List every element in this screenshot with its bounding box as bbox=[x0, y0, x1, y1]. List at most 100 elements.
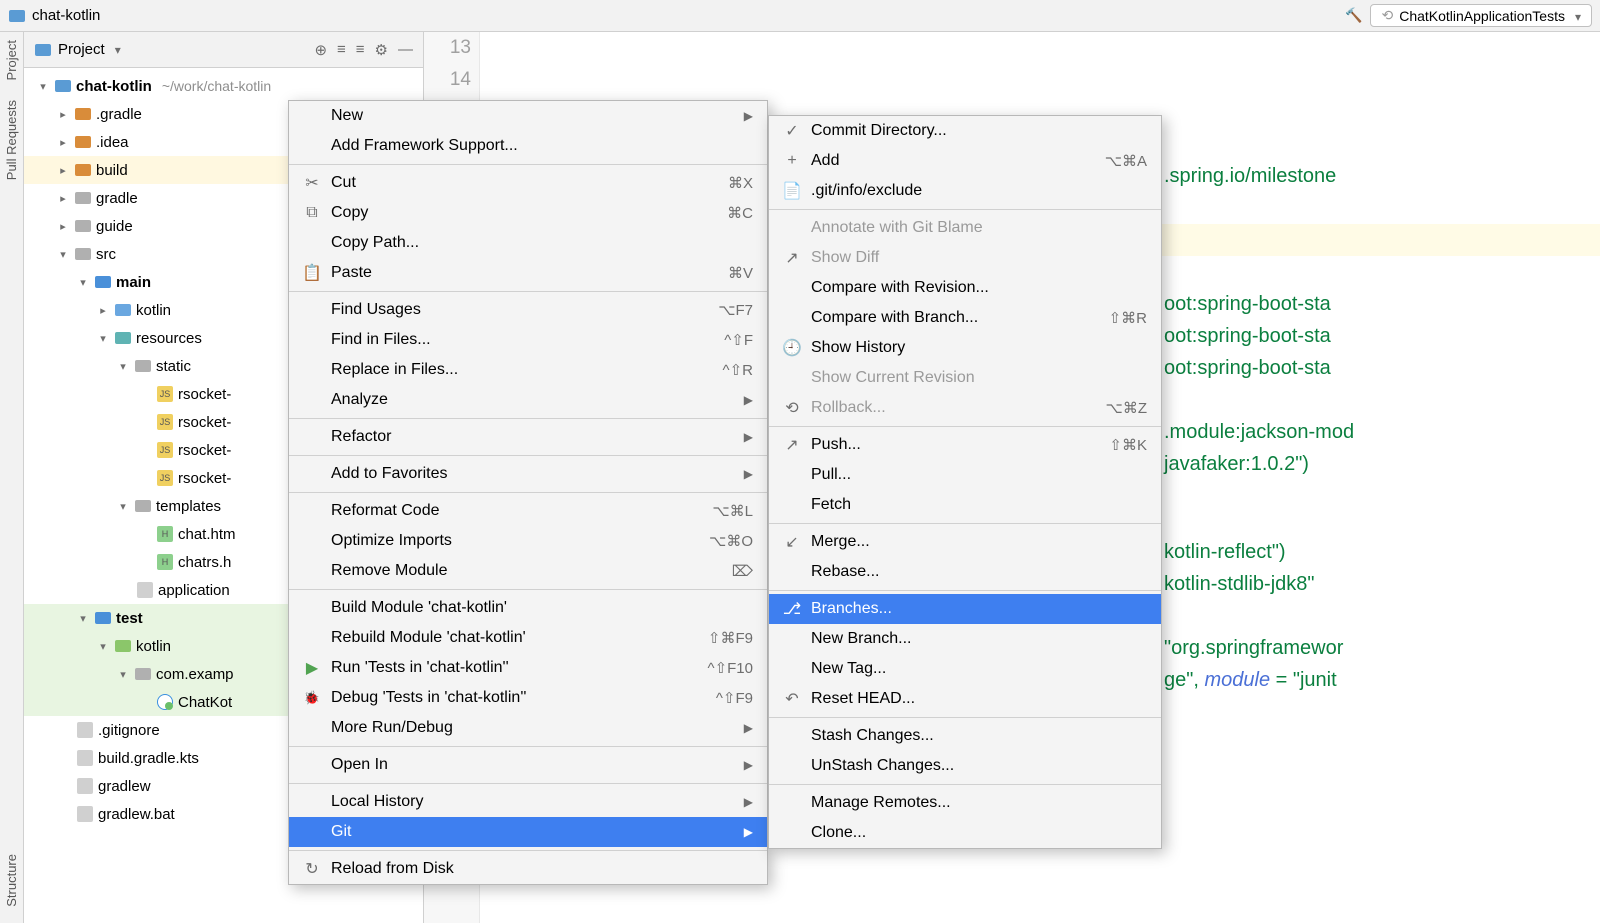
run-config-selector[interactable]: ⟲ ChatKotlinApplicationTests bbox=[1370, 4, 1592, 27]
menu-item[interactable]: Local History▶ bbox=[289, 787, 767, 817]
menu-item[interactable]: Open In▶ bbox=[289, 750, 767, 780]
menu-item[interactable]: Rebase... bbox=[769, 557, 1161, 587]
paste-icon: 📋 bbox=[303, 263, 321, 283]
menu-item: Annotate with Git Blame bbox=[769, 213, 1161, 243]
menu-item[interactable]: Add to Favorites▶ bbox=[289, 459, 767, 489]
menu-item[interactable]: Optimize Imports⌥⌘O bbox=[289, 526, 767, 556]
tree-label: chat-kotlin bbox=[76, 78, 152, 95]
folder-icon bbox=[75, 108, 91, 120]
menu-item[interactable]: ✂Cut⌘X bbox=[289, 168, 767, 198]
menu-item[interactable]: Analyze▶ bbox=[289, 385, 767, 415]
hide-icon[interactable]: — bbox=[398, 41, 413, 59]
menu-item-label: Refactor bbox=[331, 428, 716, 446]
menu-item-label: More Run/Debug bbox=[331, 719, 716, 737]
code-fragment: oot:spring-boot-sta bbox=[1164, 325, 1331, 347]
menu-item[interactable]: Add Framework Support... bbox=[289, 131, 767, 161]
menu-item[interactable]: Remove Module⌦ bbox=[289, 556, 767, 586]
menu-item[interactable]: Copy Path... bbox=[289, 228, 767, 258]
menu-item[interactable]: Refactor▶ bbox=[289, 422, 767, 452]
menu-item[interactable]: 📄.git/info/exclude bbox=[769, 176, 1161, 206]
menu-item[interactable]: ↶Reset HEAD... bbox=[769, 684, 1161, 714]
submenu-arrow-icon: ▶ bbox=[744, 109, 753, 123]
menu-item[interactable]: Rebuild Module 'chat-kotlin'⇧⌘F9 bbox=[289, 623, 767, 653]
tree-label: gradle bbox=[96, 190, 138, 207]
collapse-icon[interactable]: ≡ bbox=[356, 41, 365, 59]
project-view-selector[interactable]: Project bbox=[34, 41, 121, 59]
tree-label: com.examp bbox=[156, 666, 234, 683]
menu-item[interactable]: Find Usages⌥F7 bbox=[289, 295, 767, 325]
tree-label: ChatKot bbox=[178, 694, 232, 711]
code-fragment: kotlin-stdlib-jdk8" bbox=[1164, 573, 1315, 595]
project-panel-header: Project ⊕ ≡ ≡ ⚙ — bbox=[24, 32, 423, 68]
menu-item[interactable]: ↙Merge... bbox=[769, 527, 1161, 557]
menu-item[interactable]: 🐞Debug 'Tests in 'chat-kotlin''^⇧F9 bbox=[289, 683, 767, 713]
menu-item[interactable]: ⎇Branches... bbox=[769, 594, 1161, 624]
menu-item-label: Analyze bbox=[331, 391, 716, 409]
menu-item[interactable]: Replace in Files...^⇧R bbox=[289, 355, 767, 385]
menu-item[interactable]: Manage Remotes... bbox=[769, 788, 1161, 818]
side-tab-pull-requests[interactable]: Pull Requests bbox=[4, 100, 19, 180]
settings-icon[interactable]: ⚙ bbox=[375, 41, 388, 59]
menu-item[interactable]: Git▶ bbox=[289, 817, 767, 847]
code-fragment: .spring.io/milestone bbox=[1164, 165, 1336, 187]
tree-label: .gitignore bbox=[98, 722, 160, 739]
menu-item[interactable]: Reformat Code⌥⌘L bbox=[289, 496, 767, 526]
menu-item-label: Remove Module bbox=[331, 562, 698, 580]
side-tab-project[interactable]: Project bbox=[4, 40, 19, 80]
menu-separator bbox=[289, 418, 767, 419]
tree-root[interactable]: ▾ chat-kotlin ~/work/chat-kotlin bbox=[24, 72, 423, 100]
menu-shortcut: ^⇧F bbox=[724, 331, 753, 349]
code-fragment: kotlin-reflect") bbox=[1164, 541, 1286, 563]
submenu-arrow-icon: ▶ bbox=[744, 825, 753, 839]
side-tab-structure[interactable]: Structure bbox=[4, 854, 19, 907]
menu-item[interactable]: New▶ bbox=[289, 101, 767, 131]
menu-item[interactable]: More Run/Debug▶ bbox=[289, 713, 767, 743]
menu-item[interactable]: ↗Push...⇧⌘K bbox=[769, 430, 1161, 460]
menu-item[interactable]: Compare with Revision... bbox=[769, 273, 1161, 303]
code-fragment: javafaker:1.0.2") bbox=[1164, 453, 1309, 475]
menu-item[interactable]: UnStash Changes... bbox=[769, 751, 1161, 781]
submenu-arrow-icon: ▶ bbox=[744, 467, 753, 481]
tree-label: .gradle bbox=[96, 106, 142, 123]
menu-item[interactable]: Fetch bbox=[769, 490, 1161, 520]
menu-item-label: Push... bbox=[811, 436, 1075, 454]
topbar: chat-kotlin ⟲ ChatKotlinApplicationTests bbox=[0, 0, 1600, 32]
menu-item[interactable]: ↻Reload from Disk bbox=[289, 854, 767, 884]
menu-item[interactable]: Build Module 'chat-kotlin' bbox=[289, 593, 767, 623]
menu-item-label: Build Module 'chat-kotlin' bbox=[331, 599, 753, 617]
tree-label: test bbox=[116, 610, 143, 627]
menu-item[interactable]: Stash Changes... bbox=[769, 721, 1161, 751]
menu-item-label: Rebase... bbox=[811, 563, 1147, 581]
menu-item[interactable]: New Tag... bbox=[769, 654, 1161, 684]
menu-item[interactable]: New Branch... bbox=[769, 624, 1161, 654]
menu-shortcut: ⇧⌘R bbox=[1109, 309, 1147, 327]
menu-item[interactable]: ⧉Copy⌘C bbox=[289, 198, 767, 228]
folder-icon bbox=[55, 80, 71, 92]
folder-icon bbox=[135, 668, 151, 680]
menu-item-label: Copy Path... bbox=[331, 234, 753, 252]
scissors-icon: ✂ bbox=[303, 173, 321, 193]
menu-item[interactable]: Clone... bbox=[769, 818, 1161, 848]
menu-item-label: .git/info/exclude bbox=[811, 182, 1147, 200]
menu-item[interactable]: Compare with Branch...⇧⌘R bbox=[769, 303, 1161, 333]
menu-item[interactable]: 📋Paste⌘V bbox=[289, 258, 767, 288]
build-icon[interactable] bbox=[1345, 7, 1362, 24]
menu-item[interactable]: ✓Commit Directory... bbox=[769, 116, 1161, 146]
menu-item[interactable]: 🕘Show History bbox=[769, 333, 1161, 363]
expand-icon[interactable]: ≡ bbox=[337, 41, 346, 59]
tree-label: rsocket- bbox=[178, 442, 231, 459]
menu-item[interactable]: ▶Run 'Tests in 'chat-kotlin''^⇧F10 bbox=[289, 653, 767, 683]
context-menu-main[interactable]: New▶Add Framework Support... ✂Cut⌘X⧉Copy⌘… bbox=[288, 100, 768, 885]
menu-separator bbox=[769, 784, 1161, 785]
html-file-icon: H bbox=[157, 526, 173, 542]
menu-item[interactable]: Find in Files...^⇧F bbox=[289, 325, 767, 355]
context-menu-git[interactable]: ✓Commit Directory...+Add⌥⌘A📄.git/info/ex… bbox=[768, 115, 1162, 849]
menu-item[interactable]: Pull... bbox=[769, 460, 1161, 490]
locate-icon[interactable]: ⊕ bbox=[314, 41, 327, 59]
menu-item[interactable]: +Add⌥⌘A bbox=[769, 146, 1161, 176]
menu-shortcut: ⌘X bbox=[728, 174, 753, 192]
tree-label: gradlew.bat bbox=[98, 806, 175, 823]
menu-shortcut: ⌘C bbox=[727, 204, 753, 222]
↗-icon: ↗ bbox=[783, 248, 801, 268]
menu-separator bbox=[769, 426, 1161, 427]
